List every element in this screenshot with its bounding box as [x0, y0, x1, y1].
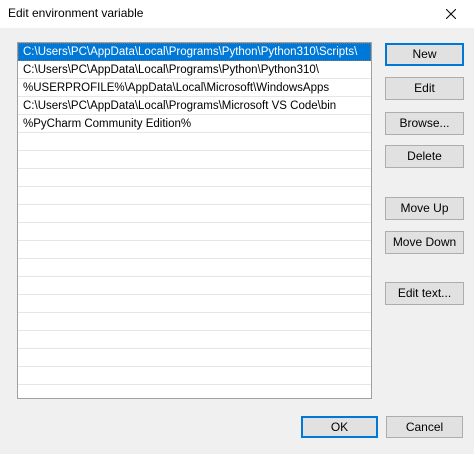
move-up-button[interactable]: Move Up [385, 197, 464, 220]
list-item-text: C:\Users\PC\AppData\Local\Programs\Pytho… [23, 64, 319, 76]
move-down-button[interactable]: Move Down [385, 231, 464, 254]
browse-button[interactable]: Browse... [385, 112, 464, 135]
empty-list-row[interactable] [18, 295, 371, 313]
cancel-button[interactable]: Cancel [386, 416, 463, 438]
list-item[interactable]: C:\Users\PC\AppData\Local\Programs\Micro… [18, 97, 371, 115]
title-bar: Edit environment variable [0, 0, 474, 28]
edit-environment-variable-dialog: Edit environment variable C:\Users\PC\Ap… [0, 0, 474, 454]
empty-list-row[interactable] [18, 349, 371, 367]
list-item-text: C:\Users\PC\AppData\Local\Programs\Pytho… [23, 46, 358, 58]
empty-list-row[interactable] [18, 223, 371, 241]
empty-list-row[interactable] [18, 169, 371, 187]
empty-list-row[interactable] [18, 313, 371, 331]
edit-text-button[interactable]: Edit text... [385, 282, 464, 305]
ok-button[interactable]: OK [301, 416, 378, 438]
empty-list-row[interactable] [18, 277, 371, 295]
new-button[interactable]: New [385, 43, 464, 66]
edit-button[interactable]: Edit [385, 77, 464, 100]
empty-list-row[interactable] [18, 385, 371, 398]
window-title: Edit environment variable [8, 6, 144, 20]
close-button[interactable] [428, 0, 474, 28]
empty-list-row[interactable] [18, 259, 371, 277]
empty-list-row[interactable] [18, 241, 371, 259]
list-item[interactable]: %PyCharm Community Edition% [18, 115, 371, 133]
empty-list-row[interactable] [18, 205, 371, 223]
empty-list-row[interactable] [18, 187, 371, 205]
delete-button[interactable]: Delete [385, 145, 464, 168]
path-list[interactable]: C:\Users\PC\AppData\Local\Programs\Pytho… [17, 42, 372, 399]
empty-list-row[interactable] [18, 133, 371, 151]
empty-list-row[interactable] [18, 331, 371, 349]
list-item-text: %PyCharm Community Edition% [23, 118, 192, 130]
list-item-text: %USERPROFILE%\AppData\Local\Microsoft\Wi… [23, 82, 330, 94]
list-item[interactable]: %USERPROFILE%\AppData\Local\Microsoft\Wi… [18, 79, 371, 97]
list-item[interactable]: C:\Users\PC\AppData\Local\Programs\Pytho… [18, 43, 371, 61]
empty-list-row[interactable] [18, 151, 371, 169]
close-icon [446, 9, 456, 19]
list-item-text: C:\Users\PC\AppData\Local\Programs\Micro… [23, 100, 337, 112]
empty-list-row[interactable] [18, 367, 371, 385]
list-item[interactable]: C:\Users\PC\AppData\Local\Programs\Pytho… [18, 61, 371, 79]
